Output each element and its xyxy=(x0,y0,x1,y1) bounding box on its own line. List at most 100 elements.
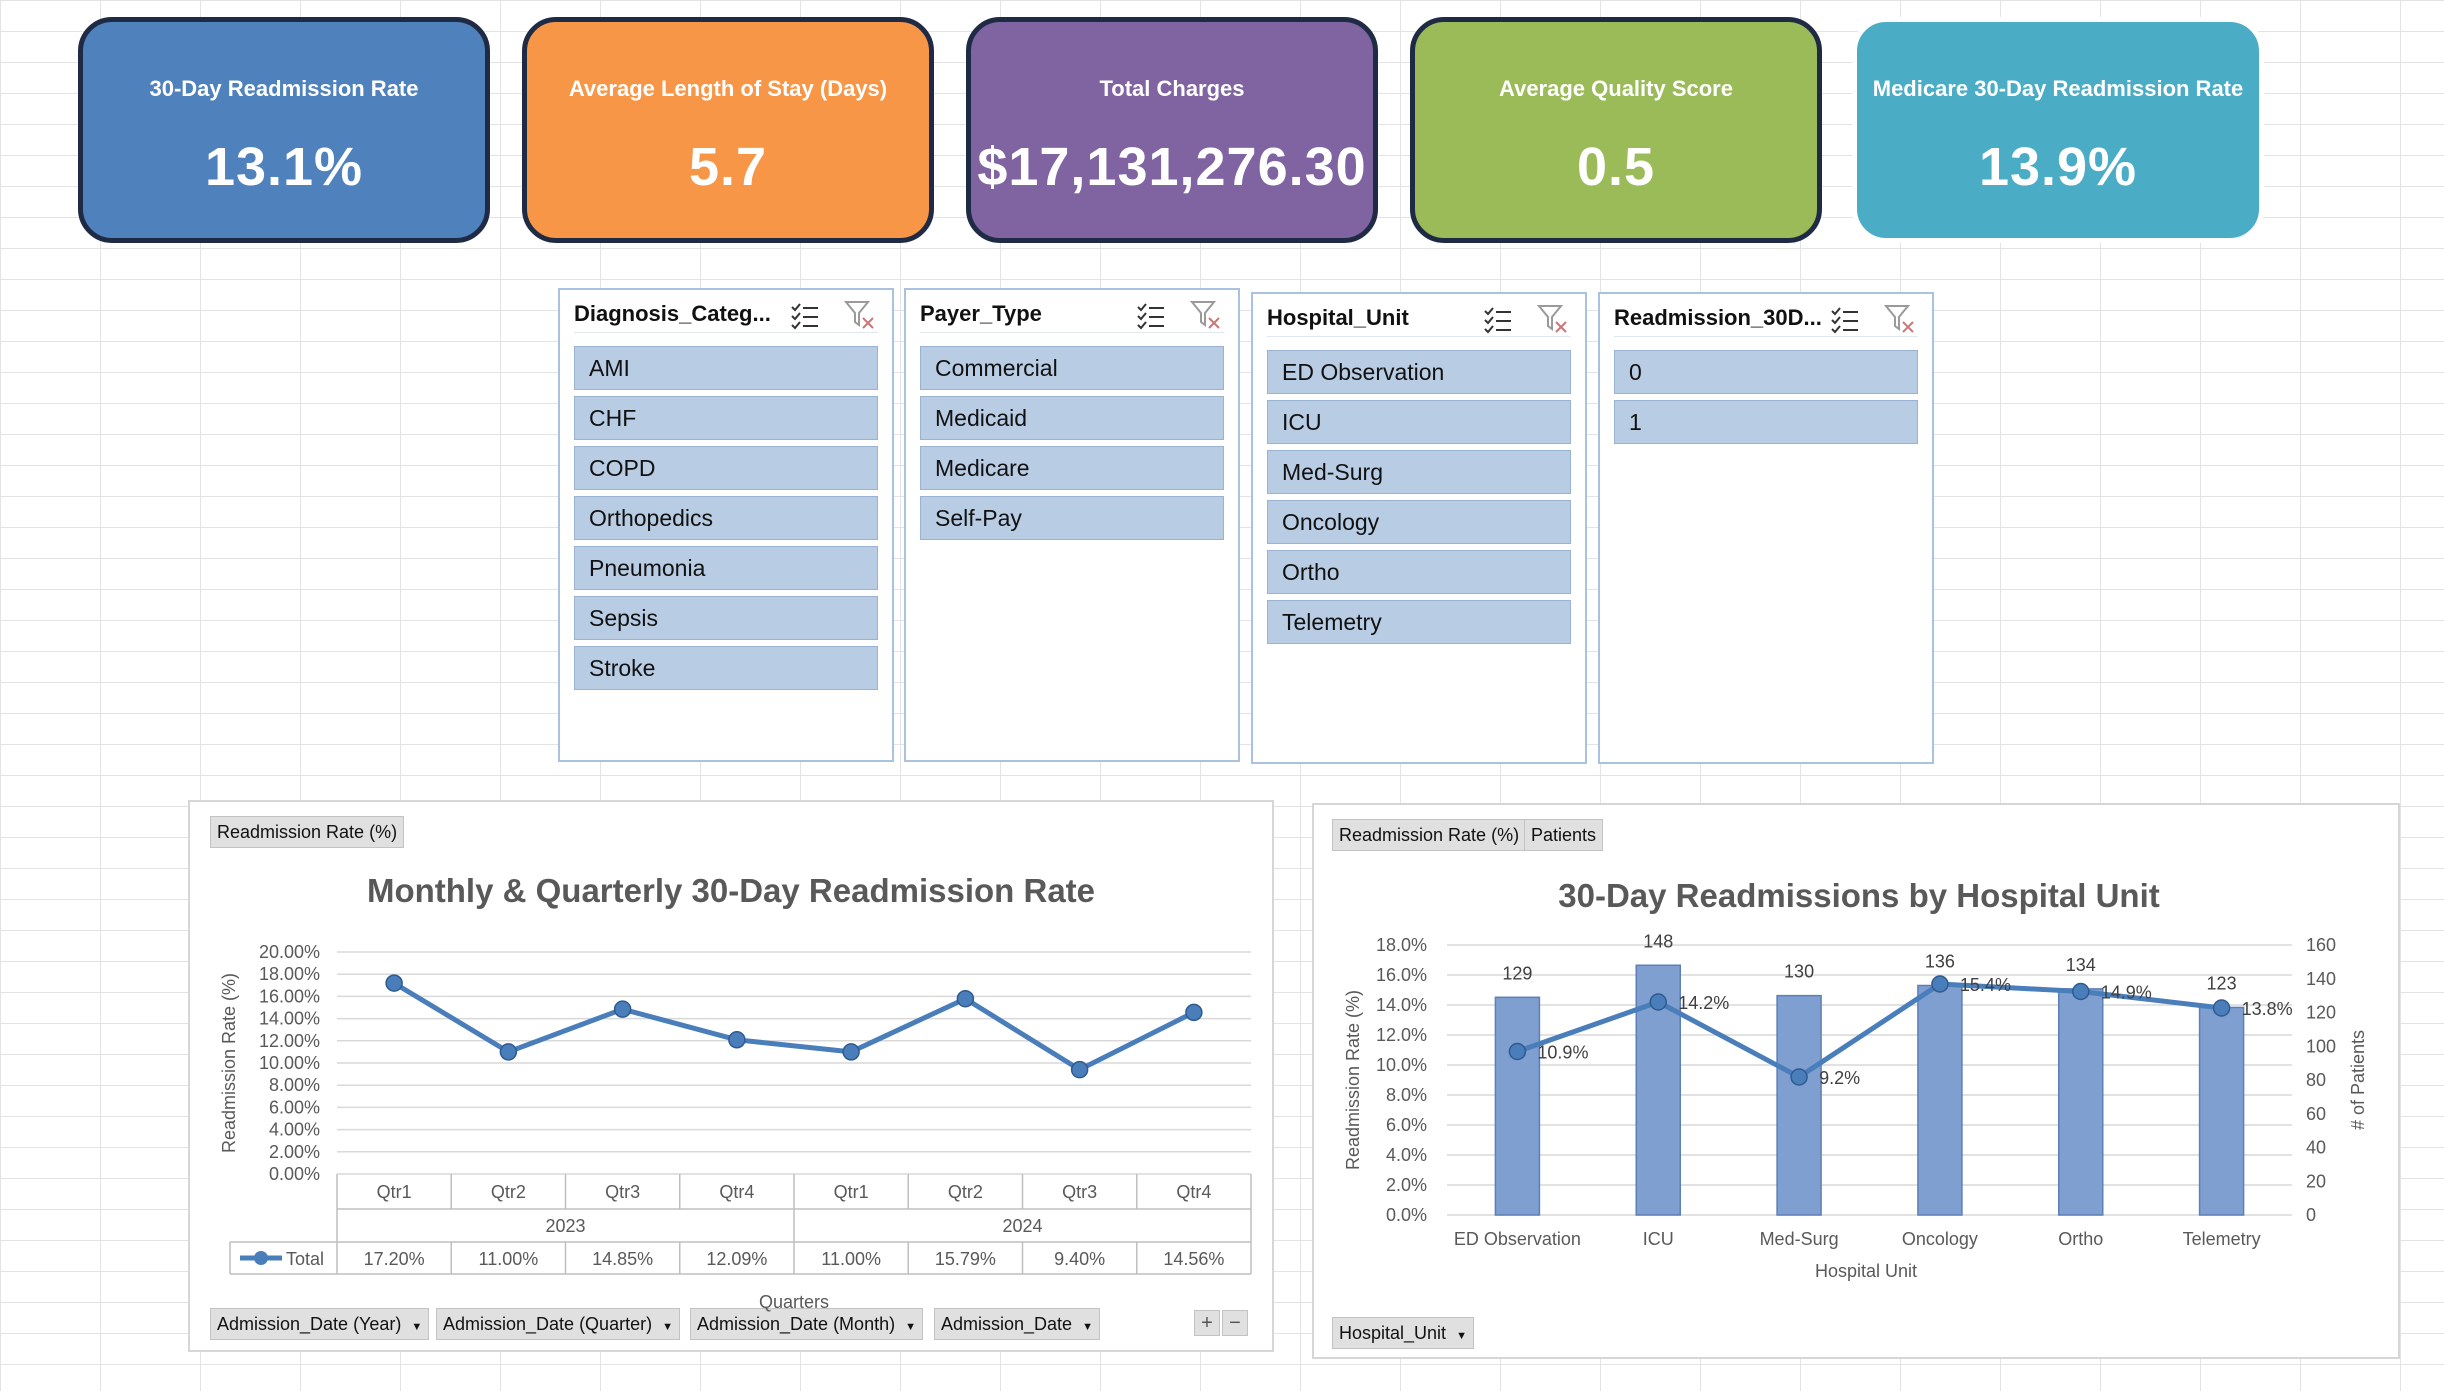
x-group-label: 2023 xyxy=(545,1216,585,1236)
multi-select-icon[interactable] xyxy=(790,302,820,335)
slicer-header: Readmission_30D... xyxy=(1614,304,1918,337)
slicer-item[interactable]: Medicare xyxy=(920,446,1224,490)
kpi-title: Average Quality Score xyxy=(1499,76,1733,101)
multi-select-icon[interactable] xyxy=(1136,302,1166,335)
slicer-item[interactable]: Ortho xyxy=(1267,550,1571,594)
x-tick-label: Qtr2 xyxy=(948,1182,983,1202)
table-value: 14.85% xyxy=(592,1249,653,1269)
data-point xyxy=(1649,993,1667,1011)
kpi-card: Average Quality Score 0.5 xyxy=(1410,17,1822,243)
legend-marker-icon xyxy=(254,1251,268,1265)
clear-filter-icon[interactable] xyxy=(843,300,876,335)
kpi-title: Medicare 30-Day Readmission Rate xyxy=(1872,76,2244,101)
hospital-unit-axis-button[interactable]: Hospital_Unit ▼ xyxy=(1332,1317,1474,1349)
slicer-items: AMI CHF COPD Orthopedics Pneumonia Sepsis Stro… xyxy=(574,346,878,696)
kpi-title: Average Length of Stay (Days) xyxy=(568,76,888,101)
y2-tick-label: 40 xyxy=(2306,1138,2326,1158)
y-tick-label: 0.00% xyxy=(269,1164,320,1184)
clear-filter-icon[interactable] xyxy=(1189,300,1222,335)
table-value: 9.40% xyxy=(1054,1249,1105,1269)
slicer-title: Hospital_Unit xyxy=(1267,305,1409,330)
table-value: 11.00% xyxy=(479,1249,539,1269)
data-point xyxy=(956,989,975,1008)
slicer-item[interactable]: Stroke xyxy=(574,646,878,690)
y-tick-label: 2.0% xyxy=(1386,1175,1427,1195)
y2-tick-label: 160 xyxy=(2306,935,2336,955)
dropdown-arrow-icon: ▼ xyxy=(1082,1321,1093,1333)
slicer-item[interactable]: ED Observation xyxy=(1267,350,1571,394)
x-tick-label: Telemetry xyxy=(2183,1229,2261,1249)
multi-select-icon[interactable] xyxy=(1830,306,1860,339)
slicer-item[interactable]: Pneumonia xyxy=(574,546,878,590)
slicer-item[interactable]: Medicaid xyxy=(920,396,1224,440)
slicer-item[interactable]: 0 xyxy=(1614,350,1918,394)
slicer-item[interactable]: Med-Surg xyxy=(1267,450,1571,494)
y-tick-label: 18.0% xyxy=(1376,935,1427,955)
slicer-title: Payer_Type xyxy=(920,301,1042,326)
clear-filter-icon[interactable] xyxy=(1883,304,1916,339)
readmission-rate-line-chart: Monthly & Quarterly 30-Day Readmission R… xyxy=(219,872,1252,1312)
data-point xyxy=(1931,975,1949,993)
slicer-item[interactable]: Telemetry xyxy=(1267,600,1571,644)
clear-filter-icon[interactable] xyxy=(1536,304,1569,339)
slicer-item[interactable]: ICU xyxy=(1267,400,1571,444)
y2-tick-label: 60 xyxy=(2306,1104,2326,1124)
y-tick-label: 12.00% xyxy=(259,1031,320,1051)
y-tick-label: 14.0% xyxy=(1376,995,1427,1015)
y2-tick-label: 20 xyxy=(2306,1171,2326,1191)
x-group-label: 2024 xyxy=(1002,1216,1042,1236)
y-tick-label: 8.00% xyxy=(269,1075,320,1095)
kpi-title: Total Charges xyxy=(1099,76,1245,101)
bar xyxy=(2058,988,2104,1216)
table-value: 14.56% xyxy=(1163,1249,1224,1269)
slicer-item[interactable]: Self-Pay xyxy=(920,496,1224,540)
data-point xyxy=(1790,1068,1808,1086)
axis-field-label: Hospital_Unit xyxy=(1339,1323,1447,1343)
bar xyxy=(1494,996,1541,1216)
data-point xyxy=(842,1043,860,1061)
chart-title: Monthly & Quarterly 30-Day Readmission R… xyxy=(367,872,1095,909)
kpi-card: Average Length of Stay (Days) 5.7 xyxy=(522,17,934,243)
slicer-items: Commercial Medicaid Medicare Self-Pay xyxy=(920,346,1224,546)
slicer-item[interactable]: COPD xyxy=(574,446,878,490)
slicer-item[interactable]: 1 xyxy=(1614,400,1918,444)
x-tick-label: Qtr2 xyxy=(491,1182,526,1202)
y-tick-label: 10.0% xyxy=(1376,1055,1427,1075)
y2-tick-label: 0 xyxy=(2306,1205,2316,1225)
multi-select-icon[interactable] xyxy=(1483,306,1513,339)
x-tick-label: Qtr3 xyxy=(1062,1182,1097,1202)
x-axis-label: Hospital Unit xyxy=(1815,1261,1917,1281)
bar-data-label: 129 xyxy=(1502,963,1532,983)
data-point xyxy=(1070,1060,1089,1079)
data-point xyxy=(499,1043,518,1061)
x-tick-label: Qtr4 xyxy=(719,1182,754,1202)
slicer-item[interactable]: Orthopedics xyxy=(574,496,878,540)
x-tick-label: Med-Surg xyxy=(1760,1229,1839,1249)
hospital-unit-chart-panel: Readmission Rate (%) Patients Hospital_U… xyxy=(1312,803,2400,1359)
slicer-item[interactable]: Oncology xyxy=(1267,500,1571,544)
table-value: 17.20% xyxy=(364,1249,425,1269)
slicer: Payer_Type Commercial Medicaid Medicare Self… xyxy=(904,288,1240,762)
y-tick-label: 14.00% xyxy=(259,1009,320,1029)
slicer-item[interactable]: CHF xyxy=(574,396,878,440)
bar xyxy=(2198,1006,2245,1216)
x-axis-label: Quarters xyxy=(759,1292,829,1312)
slicer-item[interactable]: Commercial xyxy=(920,346,1224,390)
x-tick-label: ICU xyxy=(1643,1229,1674,1249)
line-data-label: 13.8% xyxy=(2242,999,2293,1019)
slicer-item[interactable]: AMI xyxy=(574,346,878,390)
line-data-label: 15.4% xyxy=(1960,975,2011,995)
slicer-item[interactable]: Sepsis xyxy=(574,596,878,640)
kpi-value: 13.1% xyxy=(204,137,364,197)
slicer: Diagnosis_Categ... AMI CHF COPD Orthopedics P… xyxy=(558,288,894,762)
y-tick-label: 8.0% xyxy=(1386,1085,1427,1105)
data-point xyxy=(1508,1042,1527,1061)
y-tick-label: 20.00% xyxy=(259,942,320,962)
y2-axis-label: # of Patients xyxy=(2348,1030,2368,1130)
bar-data-label: 148 xyxy=(1643,931,1673,951)
dropdown-arrow-icon: ▼ xyxy=(1456,1330,1467,1342)
y-tick-label: 0.0% xyxy=(1386,1205,1427,1225)
table-series-name: Total xyxy=(286,1249,324,1269)
kpi-value: $17,131,276.30 xyxy=(977,137,1367,197)
slicer-header: Diagnosis_Categ... xyxy=(574,300,878,333)
